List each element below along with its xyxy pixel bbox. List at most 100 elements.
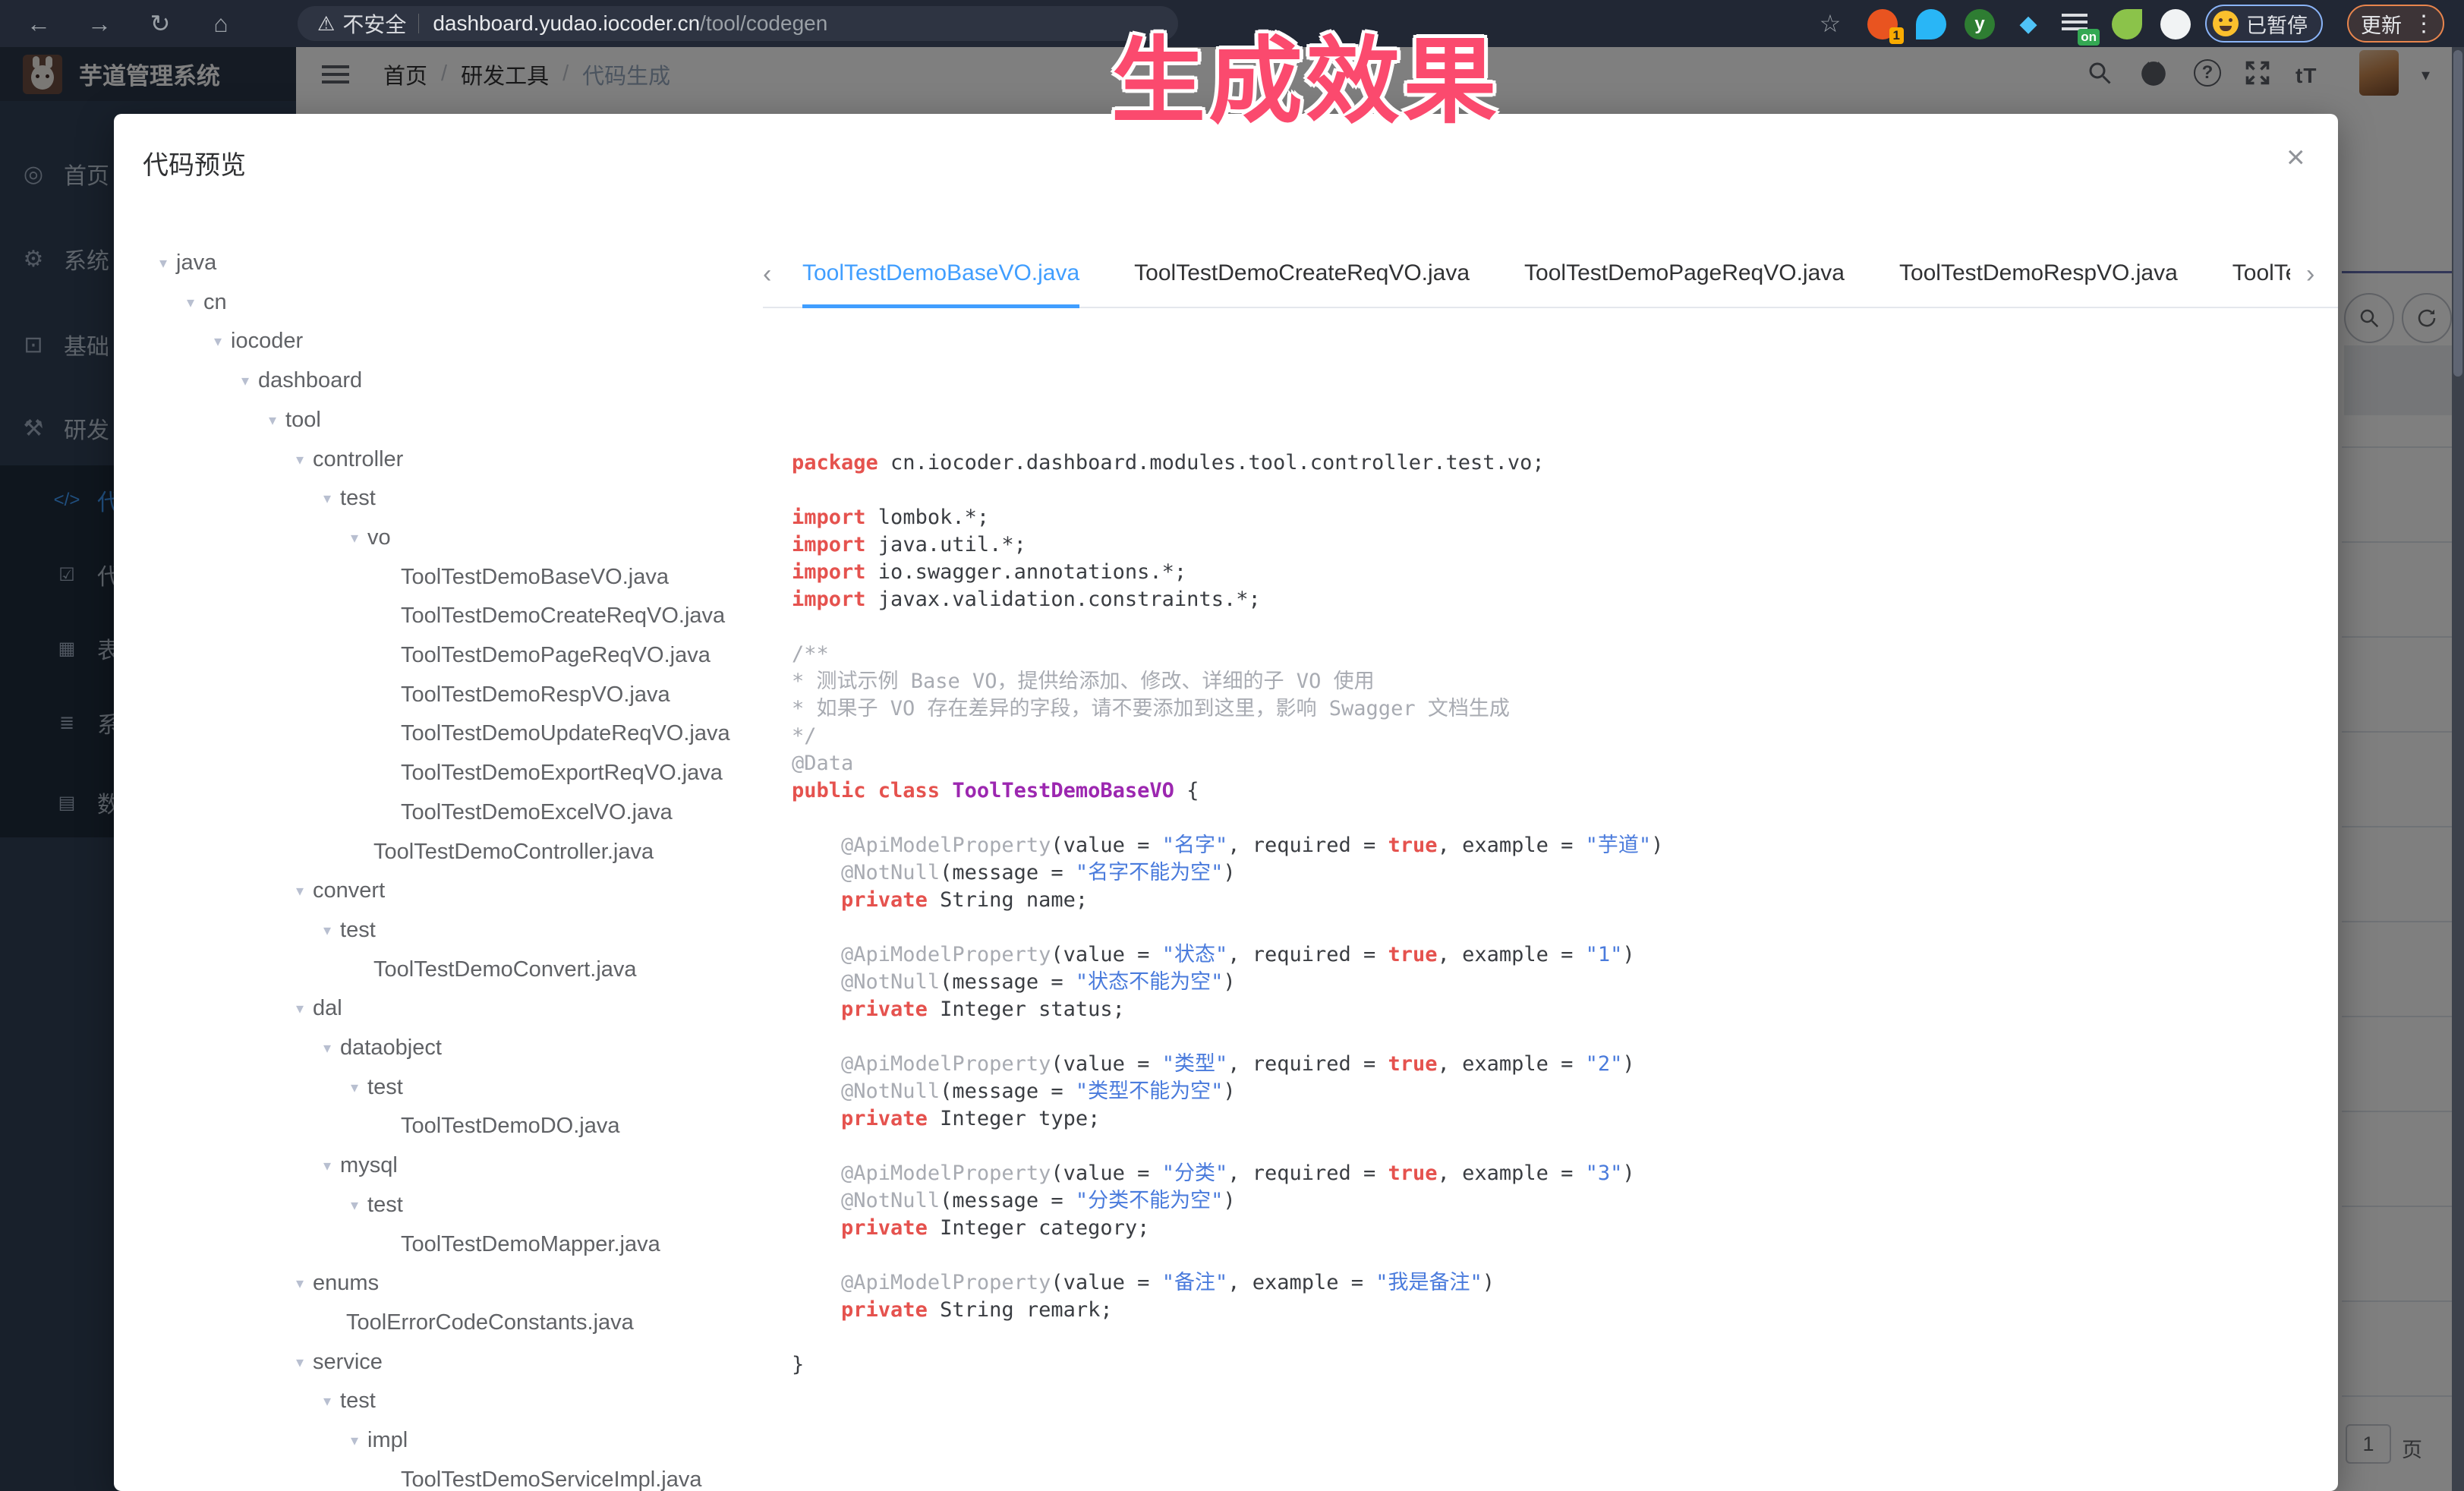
tree-folder[interactable]: ▾dataobject <box>323 1028 442 1067</box>
scrollbar-thumb[interactable] <box>2453 50 2462 377</box>
caret-down-icon[interactable]: ▾ <box>187 293 194 312</box>
caret-down-icon[interactable]: ▾ <box>241 371 249 390</box>
tree-folder[interactable]: ▾impl <box>351 1420 408 1460</box>
tabs-prev-icon[interactable]: ‹ <box>763 260 771 289</box>
caret-down-icon[interactable]: ▾ <box>296 1274 304 1293</box>
browser-update-button[interactable]: 更新 ⋮ <box>2347 5 2444 43</box>
kebab-menu-icon[interactable]: ⋮ <box>2412 11 2435 37</box>
caret-down-icon[interactable]: ▾ <box>351 528 358 547</box>
caret-down-icon[interactable]: ▾ <box>296 450 304 469</box>
tree-node-label: mysql <box>340 1153 398 1178</box>
tree-folder[interactable]: ▾test <box>323 910 376 950</box>
file-tab[interactable]: ToolTestDemoBaseVO.java <box>802 241 1079 308</box>
tree-file[interactable]: ToolTestDemoDO.java <box>401 1106 620 1146</box>
tree-file[interactable]: ToolTestDemoCreateReqVO.java <box>401 596 725 635</box>
caret-down-icon[interactable]: ▾ <box>159 254 167 273</box>
ext-drop-icon[interactable] <box>1916 9 1946 39</box>
tree-folder[interactable]: ▾controller <box>296 440 403 479</box>
tree-folder[interactable]: ▾dal <box>296 988 342 1028</box>
tree-file[interactable]: ToolTestDemoBaseVO.java <box>401 557 669 597</box>
tree-folder[interactable]: ▾ cn <box>187 282 227 322</box>
tree-node-label: cn <box>203 290 227 315</box>
close-icon[interactable]: × <box>2286 141 2305 173</box>
caret-down-icon[interactable]: ▾ <box>323 489 331 508</box>
ext-diamond-icon[interactable]: ◆ <box>2013 9 2043 39</box>
caret-down-icon[interactable]: ▾ <box>323 1156 331 1175</box>
recorder-paused-pill[interactable]: 已暂停 <box>2205 5 2323 43</box>
file-tab[interactable]: ToolTe <box>2232 241 2290 308</box>
tree-folder[interactable]: ▾ test <box>351 1185 403 1225</box>
tree-node-label: ToolTestDemoConvert.java <box>373 957 637 982</box>
code-line <box>792 914 2310 941</box>
url-divider <box>418 14 419 33</box>
ext-list-icon[interactable]: on <box>2062 9 2092 39</box>
tree-folder[interactable]: ▾test <box>323 1381 376 1420</box>
tree-folder[interactable]: ▾tool <box>269 400 321 440</box>
tree-node-label: service <box>313 1350 383 1375</box>
tree-folder[interactable]: ▾enums <box>296 1263 379 1303</box>
tree-file[interactable]: ToolTestDemoConvert.java <box>373 950 637 989</box>
tree-node-label: convert <box>313 878 385 903</box>
tabs-next-icon[interactable]: › <box>2306 260 2314 289</box>
caret-down-icon[interactable]: ▾ <box>296 1353 304 1372</box>
url-path[interactable]: /tool/codegen <box>700 11 827 36</box>
caret-down-icon[interactable]: ▾ <box>296 881 304 900</box>
file-tab[interactable]: ToolTestDemoPageReqVO.java <box>1524 241 1845 308</box>
tree-file[interactable]: ToolTestDemoServiceImpl.java <box>401 1460 701 1491</box>
tree-node-label: test <box>367 1193 403 1218</box>
caret-down-icon[interactable]: ▾ <box>214 332 222 351</box>
tree-folder[interactable]: ▾ service <box>296 1342 383 1382</box>
tree-node-label: ToolTestDemoRespVO.java <box>401 682 670 708</box>
caret-down-icon[interactable]: ▾ <box>323 1392 331 1411</box>
code-line: @Data <box>792 750 2310 777</box>
tree-file[interactable]: ToolErrorCodeConstants.java <box>346 1303 634 1342</box>
url-host[interactable]: dashboard.yudao.iocoder.cn <box>433 11 700 36</box>
caret-down-icon[interactable]: ▾ <box>351 1078 358 1097</box>
screen: ← → ↻ ⌂ ⚠ 不安全 dashboard.yudao.iocoder.cn… <box>0 0 2464 1491</box>
ext-puzzle-icon[interactable] <box>2160 9 2191 39</box>
security-label[interactable]: 不安全 <box>342 8 406 39</box>
home-icon[interactable]: ⌂ <box>203 6 238 41</box>
caret-down-icon[interactable]: ▾ <box>269 411 276 430</box>
caret-down-icon[interactable]: ▾ <box>296 999 304 1018</box>
tree-folder[interactable]: ▾dashboard <box>241 361 362 400</box>
code-viewer[interactable]: package cn.iocoder.dashboard.modules.too… <box>792 449 2310 1379</box>
tree-file[interactable]: ToolTestDemoPageReqVO.java <box>401 635 711 675</box>
back-icon[interactable]: ← <box>21 6 56 41</box>
caret-down-icon[interactable]: ▾ <box>351 1431 358 1450</box>
file-tab[interactable]: ToolTestDemoRespVO.java <box>1899 241 2178 308</box>
code-line: private Integer category; <box>792 1215 2310 1242</box>
tree-folder[interactable]: ▾iocoder <box>214 321 303 361</box>
ext-green-icon[interactable]: y <box>1965 9 1995 39</box>
caret-down-icon[interactable]: ▾ <box>323 1039 331 1058</box>
tree-folder[interactable]: ▾ convert <box>296 871 385 910</box>
tree-file[interactable]: ToolTestDemoMapper.java <box>401 1225 660 1264</box>
tree-file[interactable]: ToolTestDemoExportReqVO.java <box>401 753 723 793</box>
tree-file[interactable]: ToolTestDemoRespVO.java <box>401 675 670 714</box>
forward-icon[interactable]: → <box>82 6 117 41</box>
code-line: * 如果子 VO 存在差异的字段，请不要添加到这里，影响 Swagger 文档生… <box>792 695 2310 723</box>
tree-folder[interactable]: ▾ mysql <box>323 1146 398 1185</box>
tree-node-label: test <box>340 486 376 511</box>
code-line <box>792 1023 2310 1051</box>
caret-down-icon[interactable]: ▾ <box>351 1196 358 1215</box>
file-tab[interactable]: ToolTestDemoCreateReqVO.java <box>1134 241 1470 308</box>
ext-orange-icon[interactable]: 1 <box>1867 9 1898 39</box>
code-line: import io.swagger.annotations.*; <box>792 559 2310 586</box>
tree-folder[interactable]: ▾test <box>351 1067 403 1107</box>
tree-folder[interactable]: ▾ vo <box>351 518 391 557</box>
tree-folder[interactable]: ▾java <box>159 243 216 282</box>
tree-folder[interactable]: ▾ test <box>323 478 376 518</box>
ext-leaf-icon[interactable] <box>2112 9 2142 39</box>
bookmark-star-icon[interactable]: ☆ <box>1813 6 1848 41</box>
tree-file[interactable]: ToolTestDemoUpdateReqVO.java <box>401 714 730 753</box>
code-line: @NotNull(message = "类型不能为空") <box>792 1078 2310 1105</box>
caret-down-icon[interactable]: ▾ <box>323 921 331 940</box>
tree-node-label: ToolTestDemoDO.java <box>401 1114 620 1139</box>
tree-node-label: ToolTestDemoController.java <box>373 840 654 865</box>
tree-file[interactable]: ToolTestDemoExcelVO.java <box>401 793 673 832</box>
tree-file[interactable]: ToolTestDemoController.java <box>373 832 654 872</box>
reload-icon[interactable]: ↻ <box>143 6 178 41</box>
browser-scrollbar[interactable] <box>2452 47 2464 1491</box>
tree-node-label: vo <box>367 525 391 550</box>
